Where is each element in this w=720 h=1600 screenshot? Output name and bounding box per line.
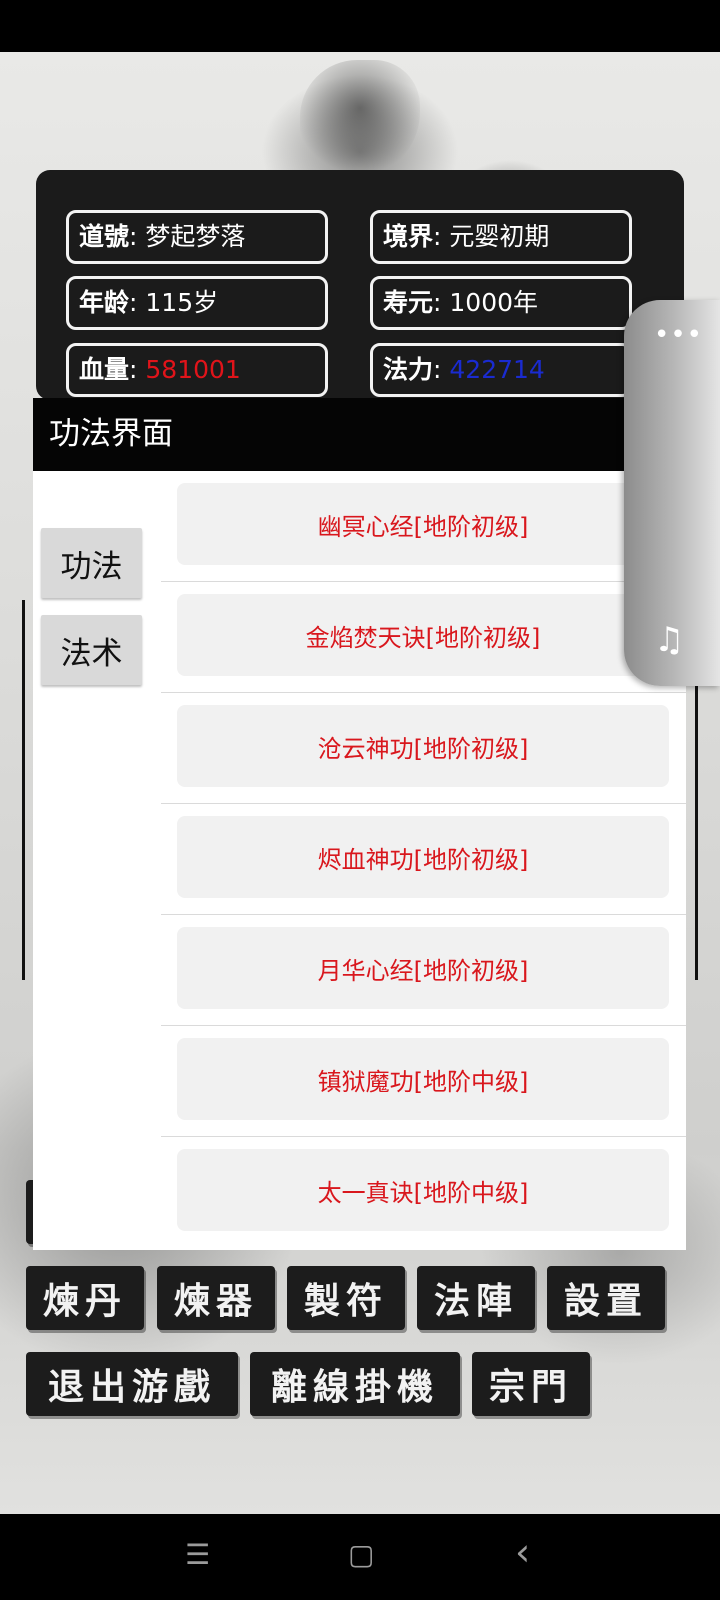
lifespan-box: 寿元: 1000年 [370,276,632,330]
lifespan-label: 寿元 [383,288,434,317]
title-value: 梦起梦落 [145,222,246,251]
title-box: 道號: 梦起梦落 [66,210,328,264]
sect-button[interactable]: 宗門 [472,1352,590,1416]
list-item: 月华心经[地阶初级] [161,915,686,1026]
age-label: 年龄 [79,288,130,317]
age-value: 115岁 [145,288,219,317]
realm-label: 境界 [383,222,434,251]
settings-button[interactable]: 設置 [547,1266,665,1330]
skill-list: 幽冥心经[地阶初级] 金焰焚天诀[地阶初级] 沧云神功[地阶初级] 烬血神功[地… [161,471,686,1250]
tab-cultivation-skills[interactable]: 功法 [41,528,142,598]
mana-value: 422714 [449,355,545,384]
list-item: 烬血神功[地阶初级] [161,804,686,915]
exit-game-button[interactable]: 退出游戲 [26,1352,238,1416]
list-item: 金焰焚天诀[地阶初级] [161,582,686,693]
realm-value: 元婴初期 [449,222,550,251]
colon: : [129,288,146,317]
colon: : [433,355,450,384]
list-item: 幽冥心经[地阶初级] [161,471,686,582]
title-label: 道號 [79,222,130,251]
colon: : [433,222,450,251]
forge-button[interactable]: 煉器 [157,1266,275,1330]
skill-item-button[interactable]: 镇狱魔功[地阶中级] [177,1038,669,1120]
list-item: 镇狱魔功[地阶中级] [161,1026,686,1137]
mana-label: 法力 [383,355,434,384]
mana-box: 法力: 422714 [370,343,632,397]
alchemy-button[interactable]: 煉丹 [26,1266,144,1330]
back-icon[interactable]: ‹ [515,1530,530,1574]
list-item: 太一真诀[地阶中级] [161,1137,686,1248]
hp-value: 581001 [145,355,241,384]
skill-item-button[interactable]: 幽冥心经[地阶初级] [177,483,669,565]
list-item: 沧云神功[地阶初级] [161,693,686,804]
lifespan-value: 1000年 [449,288,539,317]
skill-item-button[interactable]: 金焰焚天诀[地阶初级] [177,594,669,676]
skill-item-button[interactable]: 沧云神功[地阶初级] [177,705,669,787]
skill-item-button[interactable]: 太一真诀[地阶中级] [177,1149,669,1231]
navigation-bar: ☰ ▢ ‹ [0,1514,720,1600]
menu-icon[interactable]: ☰ [185,1538,210,1571]
tab-spells[interactable]: 法术 [41,615,142,685]
colon: : [129,355,146,384]
home-icon[interactable]: ▢ [348,1538,374,1571]
status-bar [0,0,720,52]
hp-label: 血量 [79,355,130,384]
colon: : [433,288,450,317]
floating-side-widget[interactable]: ••• ♫ [624,300,720,686]
talisman-button[interactable]: 製符 [287,1266,405,1330]
colon: : [129,222,146,251]
realm-box: 境界: 元婴初期 [370,210,632,264]
dialog-title: 功法界面 [33,398,686,471]
skill-dialog: 功法界面 功法 法术 幽冥心经[地阶初级] 金焰焚天诀[地阶初级] 沧云神功[地… [33,398,686,1250]
character-info-panel: 道號: 梦起梦落 境界: 元婴初期 年龄: 115岁 寿元: 1000年 血量:… [36,170,684,400]
more-dots-icon[interactable]: ••• [654,320,703,350]
music-note-icon[interactable]: ♫ [654,620,684,660]
skill-item-button[interactable]: 月华心经[地阶初级] [177,927,669,1009]
offline-idle-button[interactable]: 離線掛機 [250,1352,460,1416]
hp-box: 血量: 581001 [66,343,328,397]
skill-item-button[interactable]: 烬血神功[地阶初级] [177,816,669,898]
age-box: 年龄: 115岁 [66,276,328,330]
formation-button[interactable]: 法陣 [417,1266,535,1330]
